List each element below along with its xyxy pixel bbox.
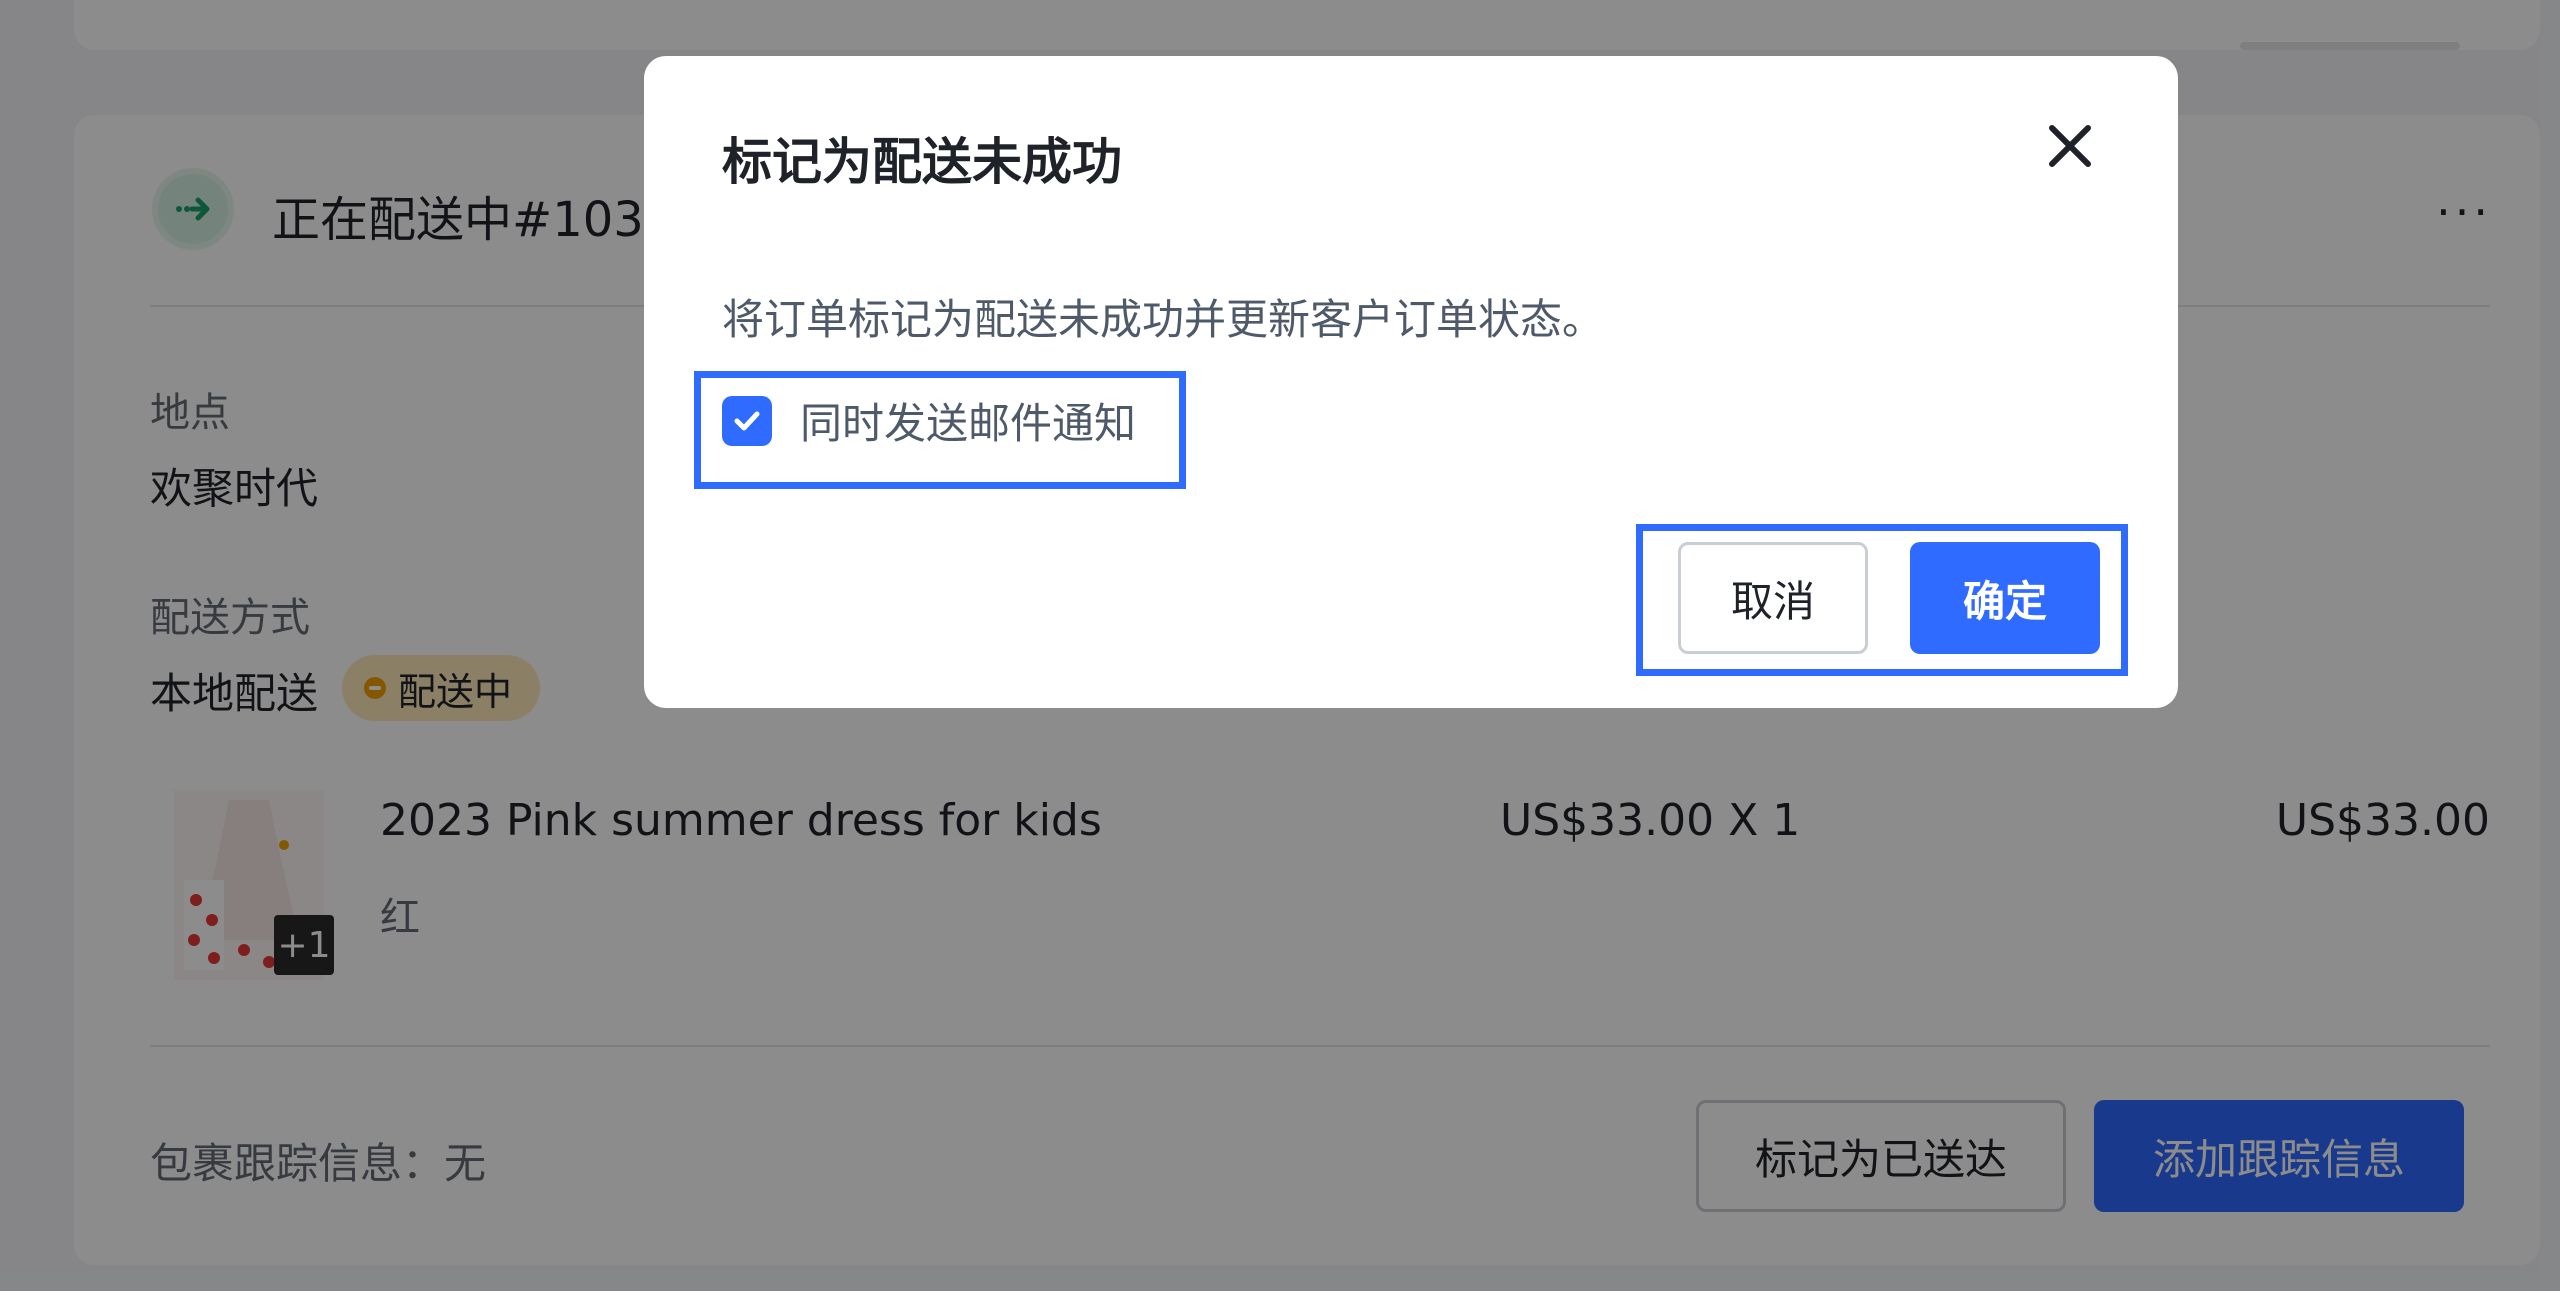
highlight-box-buttons — [1636, 524, 2128, 676]
dialog-description: 将订单标记为配送未成功并更新客户订单状态。 — [722, 295, 1605, 344]
close-icon[interactable] — [2042, 118, 2098, 174]
highlight-box-checkbox — [694, 371, 1186, 489]
dialog-title: 标记为配送未成功 — [722, 133, 1122, 191]
